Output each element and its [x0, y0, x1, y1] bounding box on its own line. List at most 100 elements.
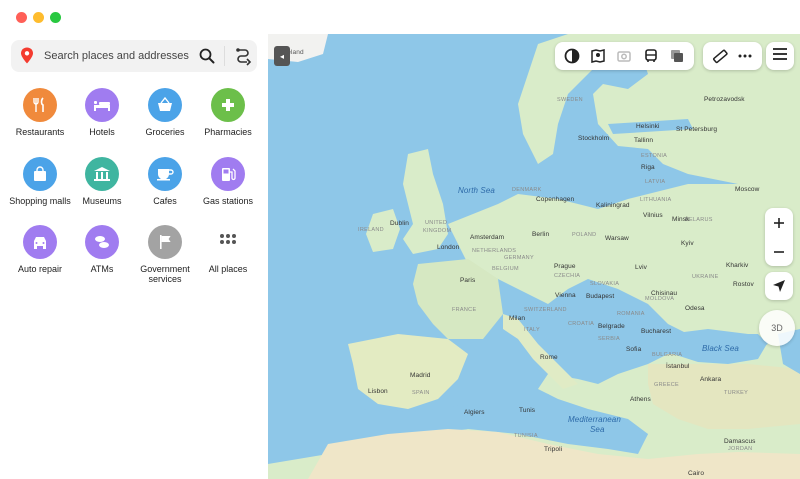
- search-icon[interactable]: [198, 47, 216, 70]
- car-icon: [23, 225, 57, 259]
- map-label-turkey: TURKEY: [724, 390, 749, 396]
- close-window-button[interactable]: [16, 12, 27, 23]
- map-label-belgium: BELGIUM: [492, 266, 519, 272]
- transit-icon[interactable]: [641, 46, 661, 66]
- category-shopping-malls[interactable]: Shopping malls: [6, 157, 74, 206]
- category-cafes[interactable]: Cafes: [131, 157, 199, 206]
- map-label-switzerland: SWITZERLAND: [524, 307, 567, 313]
- map-label-lisbon: Lisbon: [368, 388, 388, 395]
- map-label-sofia: Sofia: [626, 346, 642, 353]
- my-location-button[interactable]: [765, 272, 793, 300]
- category-label: Shopping malls: [9, 196, 71, 206]
- zoom-controls: [765, 208, 793, 266]
- photo-icon[interactable]: [614, 46, 634, 66]
- fuel-icon: [211, 157, 245, 191]
- basket-icon: [148, 88, 182, 122]
- map-label-moscow: Moscow: [735, 186, 760, 193]
- map-label-petrozavodsk: Petrozavodsk: [704, 96, 745, 103]
- map-label-copenhagen: Copenhagen: [536, 196, 575, 203]
- category-label: Gas stations: [202, 196, 254, 206]
- museum-icon: [85, 157, 119, 191]
- map-label-budapest: Budapest: [586, 293, 615, 300]
- map-label-london: London: [437, 244, 460, 251]
- map-label-odesa: Odesa: [685, 305, 705, 312]
- fork-knife-icon: [23, 88, 57, 122]
- category-label: All places: [208, 264, 248, 274]
- search-input[interactable]: [44, 40, 194, 72]
- map-label-tunis: Tunis: [519, 407, 536, 414]
- map-label-istanbul: İstanbul: [666, 363, 690, 370]
- map-label-serbia: SERBIA: [598, 336, 620, 342]
- map-label-france: FRANCE: [452, 307, 477, 313]
- bag-icon: [23, 157, 57, 191]
- map-label-bucharest: Bucharest: [641, 328, 672, 335]
- layers-icon[interactable]: [667, 46, 687, 66]
- cross-icon: [211, 88, 245, 122]
- map-label-lviv: Lviv: [635, 264, 647, 271]
- zoom-in-button[interactable]: [765, 208, 793, 237]
- map-label-north-sea: North Sea: [458, 186, 495, 195]
- category-gas-stations[interactable]: Gas stations: [194, 157, 262, 206]
- search-divider: [224, 46, 225, 66]
- map-label-lithuania: LITHUANIA: [640, 197, 672, 203]
- map-label-vilnius: Vilnius: [643, 212, 663, 219]
- title-bar: [0, 0, 800, 34]
- map-label-sweden: SWEDEN: [557, 97, 583, 103]
- map-label-helsinki: Helsinki: [636, 123, 660, 130]
- compass-3d-button[interactable]: 3D: [759, 310, 795, 346]
- category-label: Cafes: [153, 196, 177, 206]
- category-label: Groceries: [145, 127, 185, 137]
- category-museums[interactable]: Museums: [68, 157, 136, 206]
- menu-button[interactable]: [766, 42, 794, 70]
- map-view[interactable]: Iceland Petrozavodsk SWEDEN Helsinki St …: [268, 34, 800, 479]
- map-label-cairo: Cairo: [688, 470, 705, 477]
- map-label-bulgaria: BULGARIA: [652, 352, 683, 358]
- zoom-out-button[interactable]: [765, 237, 793, 266]
- map-label-paris: Paris: [460, 277, 476, 284]
- coins-icon: [85, 225, 119, 259]
- map-label-belgrade: Belgrade: [598, 323, 625, 330]
- map-label-tallinn: Tallinn: [634, 137, 654, 144]
- map-label-rome: Rome: [540, 354, 558, 361]
- map-label-athens: Athens: [630, 396, 651, 403]
- map-label-estonia: ESTONIA: [641, 153, 668, 159]
- location-pin-icon: [20, 47, 34, 69]
- category-pharmacies[interactable]: Pharmacies: [194, 88, 262, 137]
- map-label-poland: POLAND: [572, 232, 597, 238]
- category-groceries[interactable]: Groceries: [131, 88, 199, 137]
- map-label-czechia: CZECHIA: [554, 273, 581, 279]
- more-icon[interactable]: [735, 46, 755, 66]
- map-label-italy: ITALY: [524, 327, 540, 333]
- map-label-denmark: DENMARK: [512, 187, 542, 193]
- route-icon[interactable]: [233, 46, 253, 71]
- category-auto-repair[interactable]: Auto repair: [6, 225, 74, 274]
- category-all-places[interactable]: All places: [194, 225, 262, 274]
- map-label-kharkiv: Kharkiv: [726, 262, 749, 269]
- maximize-window-button[interactable]: [50, 12, 61, 23]
- map-layer-scheme-icon[interactable]: [562, 46, 582, 66]
- map-label-netherlands: NETHERLANDS: [472, 248, 517, 254]
- map-label-kaliningrad: Kaliningrad: [596, 202, 630, 209]
- search-bar: [11, 40, 257, 72]
- ruler-icon[interactable]: [710, 46, 730, 66]
- map-label-tunisia: TUNISIA: [514, 433, 538, 439]
- map-label-riga: Riga: [641, 164, 655, 171]
- category-government-services[interactable]: Government services: [131, 225, 199, 284]
- minimize-window-button[interactable]: [33, 12, 44, 23]
- category-atms[interactable]: ATMs: [68, 225, 136, 274]
- category-hotels[interactable]: Hotels: [68, 88, 136, 137]
- map-label-ukraine: UKRAINE: [692, 274, 719, 280]
- collapse-sidebar-button[interactable]: ◂: [274, 46, 290, 66]
- map-label-ankara: Ankara: [700, 376, 722, 383]
- map-layers-toolbar: [555, 42, 694, 70]
- category-label: ATMs: [90, 264, 114, 274]
- map-label-ireland: IRELAND: [358, 227, 384, 233]
- map-label-uk-1: UNITED: [425, 220, 448, 226]
- bed-icon: [85, 88, 119, 122]
- map-label-milan: Milan: [509, 315, 526, 322]
- map-label-warsaw: Warsaw: [605, 235, 629, 242]
- category-restaurants[interactable]: Restaurants: [6, 88, 74, 137]
- map-label-st-petersburg: St Petersburg: [676, 126, 718, 133]
- arrow-left-icon: ◂: [279, 51, 284, 61]
- panorama-icon[interactable]: [588, 46, 608, 66]
